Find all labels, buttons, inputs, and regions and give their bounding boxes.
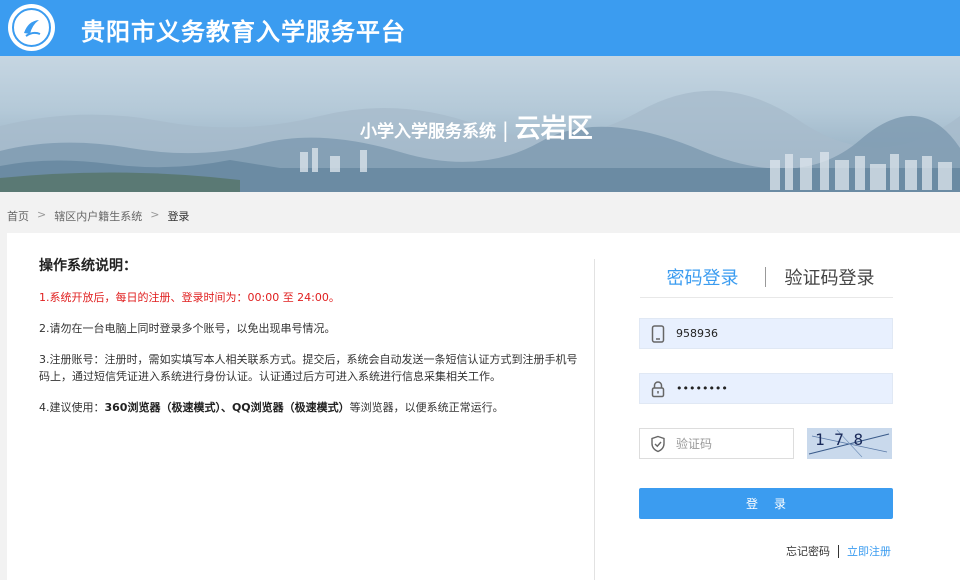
instruction-line-2: 2.请勿在一台电脑上同时登录多个账号，以免出现串号情况。 (39, 322, 336, 335)
password-field[interactable]: •••••••• (639, 373, 893, 404)
instructions-panel: 操作系统说明： 1.系统开放后，每日的注册、登录时间为：00:00 至 24:0… (39, 255, 579, 430)
breadcrumb-current: 登录 (167, 210, 190, 223)
instruction-line-4-browsers: 360浏览器（极速模式）、QQ浏览器（极速模式） (104, 401, 350, 414)
instruction-line-1: 1.系统开放后，每日的注册、登录时间为：00:00 至 24:00。 (39, 291, 340, 304)
breadcrumb-system[interactable]: 辖区内户籍生系统 (54, 208, 142, 224)
login-button[interactable]: 登录 (639, 488, 893, 519)
breadcrumb-separator: > (150, 208, 160, 221)
password-value: •••••••• (676, 382, 728, 395)
breadcrumb: 首页 > 辖区内户籍生系统 > 登录 (7, 208, 189, 224)
captcha-field[interactable] (639, 428, 794, 459)
instructions-title: 操作系统说明： (39, 258, 137, 274)
phone-value: 958936 (676, 327, 718, 340)
instruction-line-4-suffix: 等浏览器，以便系统正常运行。 (349, 401, 504, 414)
breadcrumb-separator: > (37, 208, 47, 221)
instruction-line-4: 4.建议使用：360浏览器（极速模式）、QQ浏览器（极速模式）等浏览器，以便系统… (39, 399, 579, 416)
main-card: 操作系统说明： 1.系统开放后，每日的注册、登录时间为：00:00 至 24:0… (7, 233, 960, 580)
login-tabs: 密码登录 验证码登录 (640, 257, 893, 297)
account-links: 忘记密码 立即注册 (786, 543, 891, 559)
instruction-line-3: 3.注册账号：注册时，需如实填写本人相关联系方式。提交后，系统会自动发送一条短信… (39, 353, 578, 383)
breadcrumb-home[interactable]: 首页 (7, 208, 29, 224)
captcha-image[interactable]: 1 7 8 (807, 428, 892, 459)
tab-password-login[interactable]: 密码登录 (640, 264, 765, 290)
banner-district: 云岩区 (514, 114, 593, 144)
captcha-input[interactable] (676, 436, 786, 451)
banner-system-name: 小学入学服务系统 (360, 122, 496, 142)
link-separator (838, 544, 839, 558)
instruction-line-4-prefix: 4.建议使用： (39, 401, 105, 414)
lock-icon (640, 380, 676, 398)
tabs-underline (640, 297, 893, 298)
banner-title: 小学入学服务系统 | 云岩区 (360, 108, 593, 145)
panel-divider (594, 259, 595, 580)
phone-field[interactable]: 958936 (639, 318, 893, 349)
banner-separator: | (502, 118, 509, 142)
top-header: 贵阳市义务教育入学服务平台 (0, 0, 960, 56)
site-title: 贵阳市义务教育入学服务平台 (81, 18, 406, 46)
shield-icon (640, 435, 676, 453)
school-logo-icon (8, 4, 55, 51)
register-link[interactable]: 立即注册 (847, 543, 891, 559)
forgot-password-link[interactable]: 忘记密码 (786, 543, 830, 559)
tab-sms-login[interactable]: 验证码登录 (766, 264, 893, 290)
captcha-text: 1 7 8 (815, 430, 863, 449)
banner: 小学入学服务系统 | 云岩区 (0, 56, 960, 192)
phone-icon (640, 324, 676, 343)
